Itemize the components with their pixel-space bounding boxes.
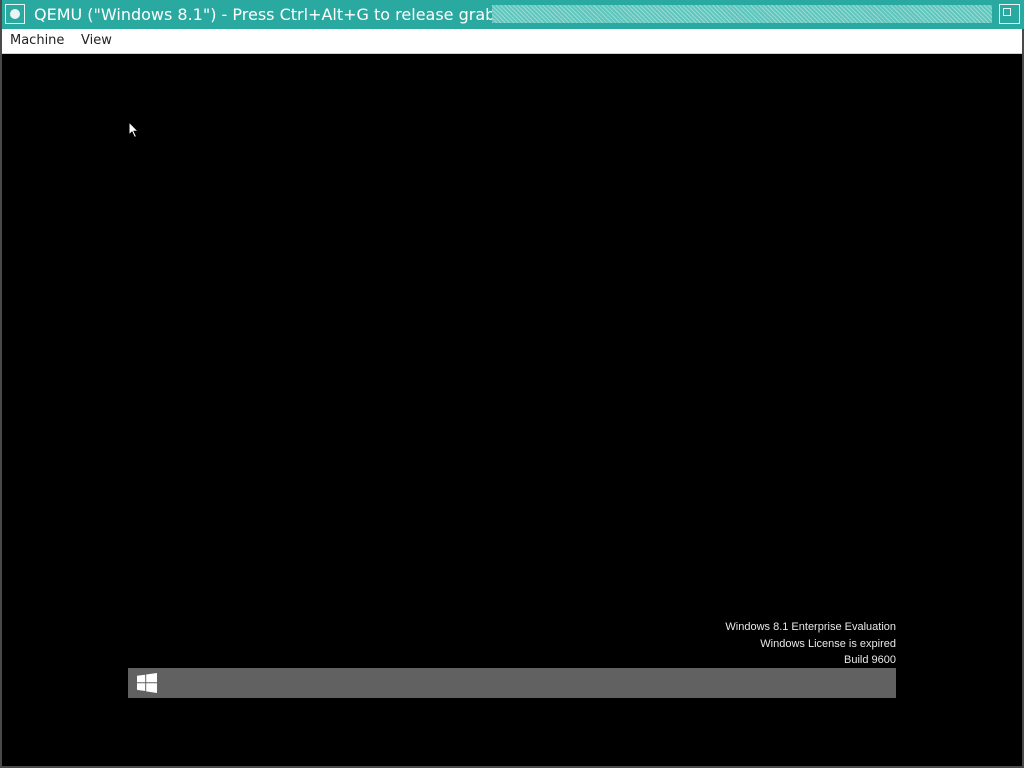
guest-display[interactable]: Windows 8.1 Enterprise Evaluation Window…: [2, 54, 1022, 766]
windows-logo-icon: [137, 673, 157, 693]
menu-machine[interactable]: Machine: [10, 29, 64, 53]
license-status-text: Windows License is expired: [760, 637, 896, 650]
window-menu-icon[interactable]: [5, 4, 25, 24]
window-title: QEMU ("Windows 8.1") - Press Ctrl+Alt+G …: [34, 5, 496, 24]
title-bar[interactable]: QEMU ("Windows 8.1") - Press Ctrl+Alt+G …: [2, 0, 1024, 29]
qemu-window: QEMU ("Windows 8.1") - Press Ctrl+Alt+G …: [0, 0, 1024, 768]
menu-bar: Machine View: [2, 29, 1022, 54]
maximize-icon[interactable]: [999, 4, 1020, 24]
menu-view[interactable]: View: [81, 29, 112, 53]
license-watermark: Windows 8.1 Enterprise Evaluation Window…: [725, 619, 896, 669]
start-button[interactable]: [128, 668, 166, 698]
title-bar-drag-area[interactable]: [492, 5, 992, 23]
build-text: Build 9600: [844, 654, 896, 666]
mouse-pointer-icon: [128, 121, 140, 139]
edition-text: Windows 8.1 Enterprise Evaluation: [725, 621, 896, 633]
taskbar: [128, 668, 896, 698]
